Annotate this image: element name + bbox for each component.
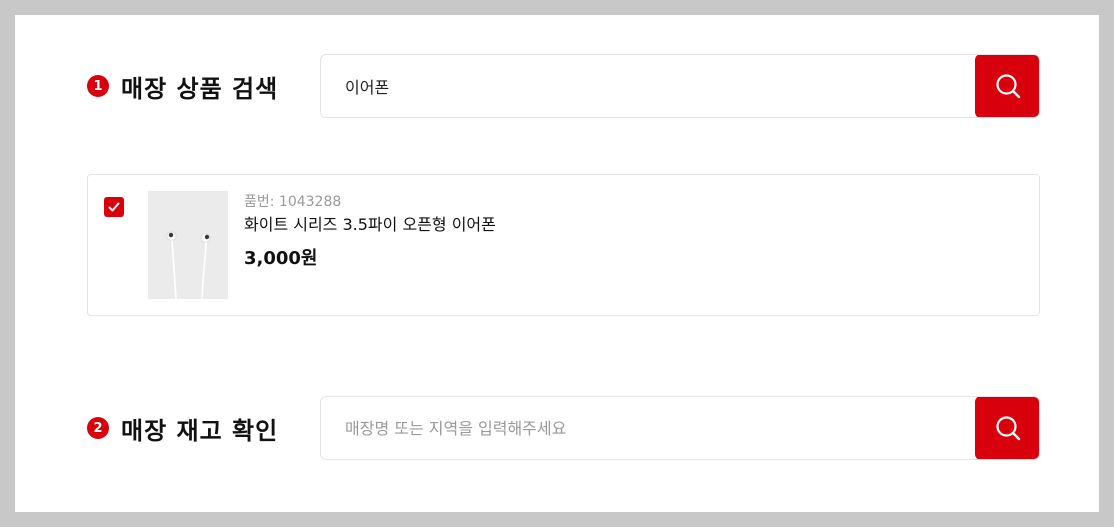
section-title: 매장 재고 확인 bbox=[121, 416, 279, 445]
product-name: 화이트 시리즈 3.5파이 오픈형 이어폰 bbox=[244, 215, 496, 234]
check-icon bbox=[108, 202, 120, 212]
search-icon bbox=[995, 74, 1020, 99]
product-price: 3,000원 bbox=[244, 248, 318, 269]
product-code: 품번: 1043288 bbox=[244, 194, 342, 210]
store-search-box bbox=[320, 396, 1040, 460]
earphone-image bbox=[148, 191, 228, 300]
product-result-card[interactable]: 품번: 1043288 화이트 시리즈 3.5파이 오픈형 이어폰 3,000원 bbox=[87, 174, 1040, 316]
stock-check-section: 2 매장 재고 확인 bbox=[87, 396, 1040, 460]
product-search-section: 1 매장 상품 검색 bbox=[87, 54, 1040, 118]
search-icon bbox=[995, 416, 1020, 441]
product-info: 품번: 1043288 화이트 시리즈 3.5파이 오픈형 이어폰 3,000원 bbox=[244, 192, 496, 272]
store-search-panel: 1 매장 상품 검색 이어폰 품번: 1043288 화이트 시리즈 3.5파이… bbox=[15, 15, 1099, 512]
product-search-input[interactable] bbox=[321, 55, 977, 117]
product-select-checkbox[interactable] bbox=[104, 197, 124, 217]
step-number-badge: 2 bbox=[87, 417, 109, 439]
section-title: 매장 상품 검색 bbox=[121, 74, 279, 103]
product-thumbnail bbox=[148, 191, 228, 300]
stock-check-label: 2 매장 재고 확인 bbox=[87, 396, 278, 460]
store-search-button[interactable] bbox=[975, 397, 1039, 459]
step-number-badge: 1 bbox=[87, 75, 109, 97]
product-search-label: 1 매장 상품 검색 bbox=[87, 54, 278, 118]
store-search-input[interactable] bbox=[321, 397, 977, 459]
product-search-button[interactable] bbox=[975, 55, 1039, 117]
product-search-box bbox=[320, 54, 1040, 118]
